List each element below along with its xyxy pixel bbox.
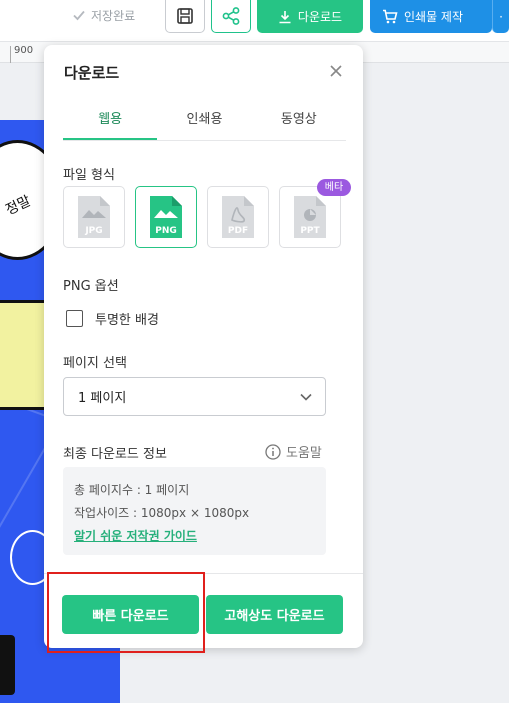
jpg-file-label: JPG (84, 226, 102, 236)
copyright-guide-link[interactable]: 알기 쉬운 저작권 가이드 (74, 525, 326, 548)
pdf-file-label: PDF (228, 226, 248, 236)
tab-web[interactable]: 웹용 (63, 101, 158, 140)
final-info-label: 최종 다운로드 정보 (63, 447, 167, 462)
ppt-file-icon: PPT (294, 196, 326, 238)
highlight-annotation-box (47, 572, 205, 653)
ruler-label: 900 (14, 45, 34, 56)
png-options-label: PNG 옵션 (63, 279, 119, 294)
page-select-dropdown[interactable]: 1 페이지 (63, 377, 326, 416)
print-order-button[interactable]: 인쇄물 제작 (370, 0, 492, 33)
save-status-label: 저장완료 (91, 8, 136, 23)
file-format-label: 파일 형식 (63, 168, 115, 183)
format-pdf-option[interactable]: PDF (207, 186, 269, 248)
beta-badge: 베타 (317, 179, 351, 196)
png-file-label: PNG (155, 226, 177, 236)
share-button[interactable] (211, 0, 251, 33)
total-pages-text: 총 페이지수 : 1 페이지 (74, 483, 190, 497)
more-options-label: · (499, 9, 503, 24)
panel-title: 다운로드 (64, 64, 120, 82)
transparent-background-label: 투명한 배경 (95, 313, 159, 328)
pdf-file-icon: PDF (222, 196, 254, 238)
floppy-disk-icon (177, 8, 193, 24)
cart-icon (383, 9, 398, 24)
tab-video[interactable]: 동영상 (252, 101, 346, 140)
transparent-background-checkbox[interactable] (66, 310, 83, 327)
help-link[interactable]: 도움말 (265, 442, 322, 461)
download-icon (279, 10, 291, 23)
help-label: 도움말 (286, 446, 322, 461)
save-status: 저장완료 (72, 6, 135, 24)
chevron-down-icon (300, 393, 312, 401)
work-size-text: 작업사이즈 : 1080px × 1080px (74, 506, 250, 520)
format-png-option[interactable]: PNG (135, 186, 197, 248)
toolbar-download-label: 다운로드 (297, 10, 343, 24)
more-options-button[interactable]: · (492, 0, 509, 33)
hq-download-button[interactable]: 고해상도 다운로드 (206, 595, 343, 634)
save-button[interactable] (165, 0, 205, 33)
download-tabs: 웹용 인쇄용 동영상 (63, 101, 346, 141)
close-button[interactable] (326, 61, 346, 81)
check-icon (73, 10, 85, 21)
page-select-label: 페이지 선택 (63, 356, 127, 371)
toolbar-download-button[interactable]: 다운로드 (257, 0, 363, 33)
tab-print[interactable]: 인쇄용 (157, 101, 251, 140)
jpg-file-icon: JPG (78, 196, 110, 238)
share-icon (222, 7, 240, 25)
close-icon (330, 65, 342, 77)
page-select-value: 1 페이지 (78, 391, 127, 406)
format-jpg-option[interactable]: JPG (63, 186, 125, 248)
top-toolbar: 저장완료 다운로드 인쇄물 제작 · (0, 0, 509, 42)
info-icon (265, 443, 281, 460)
transparent-background-option[interactable]: 투명한 배경 (66, 309, 159, 328)
download-info-box: 총 페이지수 : 1 페이지 작업사이즈 : 1080px × 1080px 알… (63, 467, 326, 555)
print-order-label: 인쇄물 제작 (404, 10, 464, 24)
download-panel: 다운로드 웹용 인쇄용 동영상 파일 형식 JPG PNG PDF PPT 베타… (44, 45, 363, 648)
dark-shape (0, 635, 15, 695)
png-file-icon: PNG (150, 196, 182, 238)
ruler-tick (10, 46, 11, 63)
ppt-file-label: PPT (300, 226, 320, 236)
